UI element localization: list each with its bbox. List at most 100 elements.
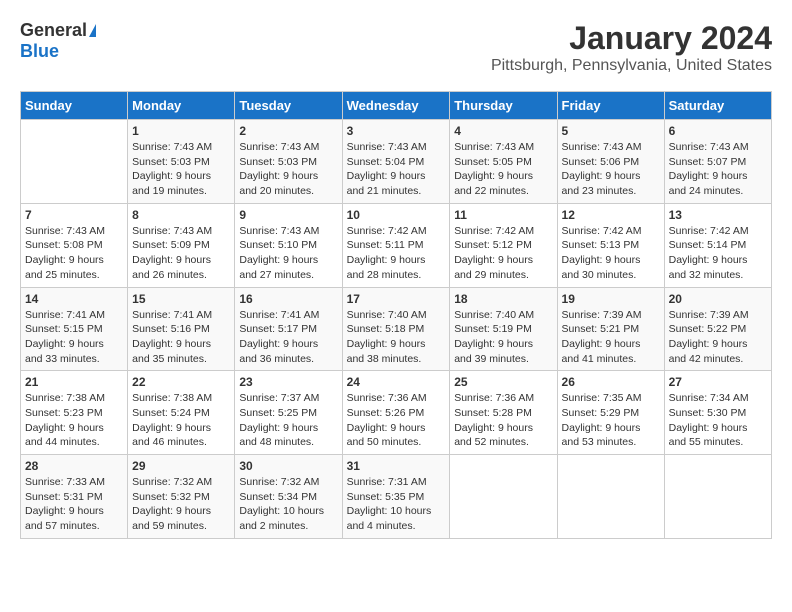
day-info: Sunrise: 7:36 AM Sunset: 5:26 PM Dayligh… — [347, 391, 446, 450]
calendar-cell: 21 Sunrise: 7:38 AM Sunset: 5:23 PM Dayli… — [21, 371, 128, 455]
calendar-week-1: 1 Sunrise: 7:43 AM Sunset: 5:03 PM Daylig… — [21, 120, 772, 204]
day-number: 9 — [239, 208, 337, 222]
day-number: 19 — [562, 292, 660, 306]
calendar-cell: 17 Sunrise: 7:40 AM Sunset: 5:18 PM Dayli… — [342, 287, 450, 371]
day-info: Sunrise: 7:39 AM Sunset: 5:22 PM Dayligh… — [669, 308, 767, 367]
day-info: Sunrise: 7:43 AM Sunset: 5:05 PM Dayligh… — [454, 140, 552, 199]
header-saturday: Saturday — [664, 92, 771, 120]
calendar-cell: 8 Sunrise: 7:43 AM Sunset: 5:09 PM Daylig… — [128, 203, 235, 287]
day-number: 27 — [669, 375, 767, 389]
day-number: 8 — [132, 208, 230, 222]
calendar-cell: 28Sunrise: 7:33 AM Sunset: 5:31 PM Dayli… — [21, 455, 128, 539]
day-info: Sunrise: 7:35 AM Sunset: 5:29 PM Dayligh… — [562, 391, 660, 450]
logo-general-text: General — [20, 20, 87, 41]
calendar-cell: 14 Sunrise: 7:41 AM Sunset: 5:15 PM Dayli… — [21, 287, 128, 371]
day-number: 21 — [25, 375, 123, 389]
day-number: 12 — [562, 208, 660, 222]
calendar-cell: 16Sunrise: 7:41 AM Sunset: 5:17 PM Dayli… — [235, 287, 342, 371]
day-number: 1 — [132, 124, 230, 138]
day-number: 6 — [669, 124, 767, 138]
day-info: Sunrise: 7:41 AM Sunset: 5:17 PM Dayligh… — [239, 308, 337, 367]
title-block: January 2024 Pittsburgh, Pennsylvania, U… — [491, 20, 772, 75]
day-info: Sunrise: 7:42 AM Sunset: 5:14 PM Dayligh… — [669, 224, 767, 283]
calendar-cell: 9 Sunrise: 7:43 AM Sunset: 5:10 PM Daylig… — [235, 203, 342, 287]
calendar-cell: 20 Sunrise: 7:39 AM Sunset: 5:22 PM Dayli… — [664, 287, 771, 371]
day-info: Sunrise: 7:40 AM Sunset: 5:18 PM Dayligh… — [347, 308, 446, 367]
day-number: 28 — [25, 459, 123, 473]
logo: General Blue — [20, 20, 96, 62]
day-number: 24 — [347, 375, 446, 389]
day-number: 25 — [454, 375, 552, 389]
day-info: Sunrise: 7:34 AM Sunset: 5:30 PM Dayligh… — [669, 391, 767, 450]
calendar-week-5: 28Sunrise: 7:33 AM Sunset: 5:31 PM Dayli… — [21, 455, 772, 539]
calendar-cell: 15 Sunrise: 7:41 AM Sunset: 5:16 PM Dayli… — [128, 287, 235, 371]
calendar-cell — [450, 455, 557, 539]
calendar-cell: 22Sunrise: 7:38 AM Sunset: 5:24 PM Dayli… — [128, 371, 235, 455]
day-info: Sunrise: 7:43 AM Sunset: 5:08 PM Dayligh… — [25, 224, 123, 283]
calendar-cell: 13 Sunrise: 7:42 AM Sunset: 5:14 PM Dayli… — [664, 203, 771, 287]
calendar-cell: 4 Sunrise: 7:43 AM Sunset: 5:05 PM Daylig… — [450, 120, 557, 204]
header-wednesday: Wednesday — [342, 92, 450, 120]
day-number: 7 — [25, 208, 123, 222]
calendar-cell: 6 Sunrise: 7:43 AM Sunset: 5:07 PM Daylig… — [664, 120, 771, 204]
page-header: General Blue January 2024 Pittsburgh, Pe… — [20, 20, 772, 75]
day-info: Sunrise: 7:43 AM Sunset: 5:03 PM Dayligh… — [132, 140, 230, 199]
day-number: 14 — [25, 292, 123, 306]
day-number: 11 — [454, 208, 552, 222]
calendar-table: Sunday Monday Tuesday Wednesday Thursday… — [20, 91, 772, 539]
day-number: 13 — [669, 208, 767, 222]
calendar-cell: 31 Sunrise: 7:31 AM Sunset: 5:35 PM Dayli… — [342, 455, 450, 539]
calendar-cell: 24 Sunrise: 7:36 AM Sunset: 5:26 PM Dayli… — [342, 371, 450, 455]
calendar-cell: 23 Sunrise: 7:37 AM Sunset: 5:25 PM Dayli… — [235, 371, 342, 455]
day-info: Sunrise: 7:38 AM Sunset: 5:24 PM Dayligh… — [132, 391, 230, 450]
calendar-cell: 2Sunrise: 7:43 AM Sunset: 5:03 PM Daylig… — [235, 120, 342, 204]
day-info: Sunrise: 7:41 AM Sunset: 5:15 PM Dayligh… — [25, 308, 123, 367]
calendar-header: Sunday Monday Tuesday Wednesday Thursday… — [21, 92, 772, 120]
calendar-body: 1 Sunrise: 7:43 AM Sunset: 5:03 PM Daylig… — [21, 120, 772, 539]
day-number: 2 — [239, 124, 337, 138]
calendar-cell: 30 Sunrise: 7:32 AM Sunset: 5:34 PM Dayli… — [235, 455, 342, 539]
day-number: 17 — [347, 292, 446, 306]
day-number: 20 — [669, 292, 767, 306]
day-info: Sunrise: 7:43 AM Sunset: 5:09 PM Dayligh… — [132, 224, 230, 283]
day-number: 31 — [347, 459, 446, 473]
month-title: January 2024 — [491, 20, 772, 57]
day-number: 23 — [239, 375, 337, 389]
day-info: Sunrise: 7:38 AM Sunset: 5:23 PM Dayligh… — [25, 391, 123, 450]
day-info: Sunrise: 7:36 AM Sunset: 5:28 PM Dayligh… — [454, 391, 552, 450]
day-info: Sunrise: 7:31 AM Sunset: 5:35 PM Dayligh… — [347, 475, 446, 534]
logo-blue-text: Blue — [20, 41, 59, 62]
calendar-cell — [664, 455, 771, 539]
day-number: 15 — [132, 292, 230, 306]
calendar-cell: 18Sunrise: 7:40 AM Sunset: 5:19 PM Dayli… — [450, 287, 557, 371]
calendar-week-4: 21 Sunrise: 7:38 AM Sunset: 5:23 PM Dayli… — [21, 371, 772, 455]
day-info: Sunrise: 7:41 AM Sunset: 5:16 PM Dayligh… — [132, 308, 230, 367]
day-info: Sunrise: 7:42 AM Sunset: 5:11 PM Dayligh… — [347, 224, 446, 283]
header-friday: Friday — [557, 92, 664, 120]
day-number: 3 — [347, 124, 446, 138]
day-info: Sunrise: 7:43 AM Sunset: 5:07 PM Dayligh… — [669, 140, 767, 199]
day-info: Sunrise: 7:32 AM Sunset: 5:34 PM Dayligh… — [239, 475, 337, 534]
day-number: 4 — [454, 124, 552, 138]
header-sunday: Sunday — [21, 92, 128, 120]
day-number: 26 — [562, 375, 660, 389]
day-number: 30 — [239, 459, 337, 473]
day-number: 5 — [562, 124, 660, 138]
day-info: Sunrise: 7:42 AM Sunset: 5:12 PM Dayligh… — [454, 224, 552, 283]
calendar-cell: 29Sunrise: 7:32 AM Sunset: 5:32 PM Dayli… — [128, 455, 235, 539]
location-title: Pittsburgh, Pennsylvania, United States — [491, 57, 772, 75]
day-info: Sunrise: 7:43 AM Sunset: 5:10 PM Dayligh… — [239, 224, 337, 283]
day-info: Sunrise: 7:43 AM Sunset: 5:04 PM Dayligh… — [347, 140, 446, 199]
calendar-cell: 19Sunrise: 7:39 AM Sunset: 5:21 PM Dayli… — [557, 287, 664, 371]
day-info: Sunrise: 7:40 AM Sunset: 5:19 PM Dayligh… — [454, 308, 552, 367]
day-info: Sunrise: 7:37 AM Sunset: 5:25 PM Dayligh… — [239, 391, 337, 450]
calendar-cell: 27 Sunrise: 7:34 AM Sunset: 5:30 PM Dayli… — [664, 371, 771, 455]
day-info: Sunrise: 7:32 AM Sunset: 5:32 PM Dayligh… — [132, 475, 230, 534]
calendar-cell: 12Sunrise: 7:42 AM Sunset: 5:13 PM Dayli… — [557, 203, 664, 287]
day-info: Sunrise: 7:43 AM Sunset: 5:06 PM Dayligh… — [562, 140, 660, 199]
calendar-cell: 11 Sunrise: 7:42 AM Sunset: 5:12 PM Dayli… — [450, 203, 557, 287]
calendar-cell: 7 Sunrise: 7:43 AM Sunset: 5:08 PM Daylig… — [21, 203, 128, 287]
day-number: 10 — [347, 208, 446, 222]
calendar-cell: 3 Sunrise: 7:43 AM Sunset: 5:04 PM Daylig… — [342, 120, 450, 204]
calendar-week-3: 14 Sunrise: 7:41 AM Sunset: 5:15 PM Dayli… — [21, 287, 772, 371]
